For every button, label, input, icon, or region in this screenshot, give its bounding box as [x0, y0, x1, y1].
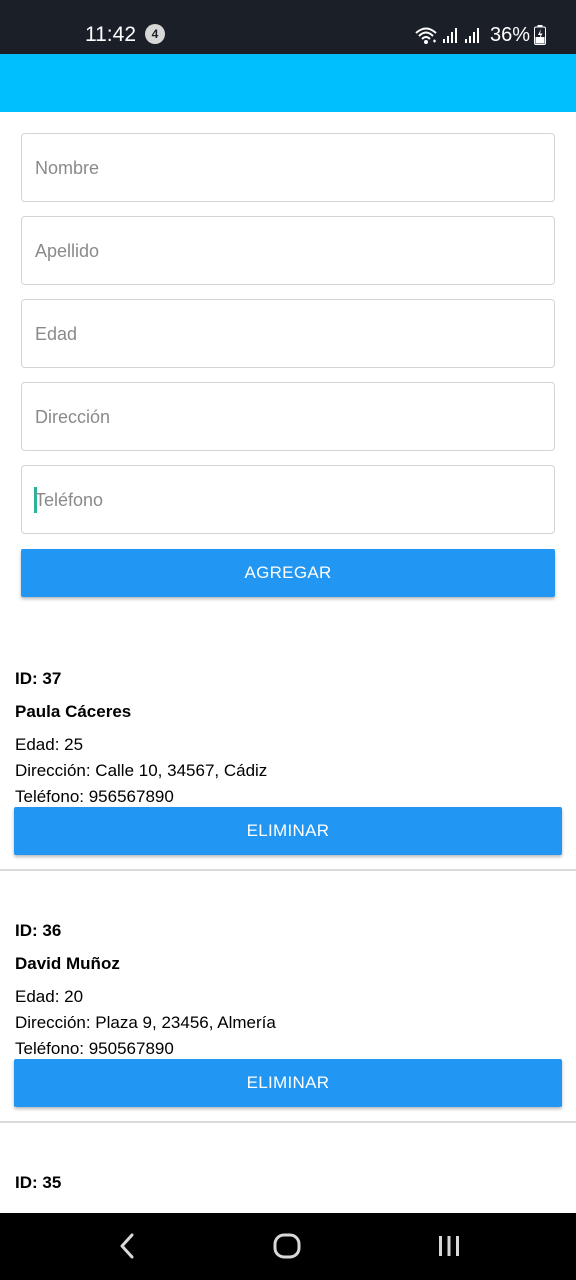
status-bar: 11:42 4 36% — [0, 0, 576, 54]
back-icon[interactable] — [114, 1231, 140, 1261]
edad-field[interactable]: Edad — [21, 299, 555, 368]
nombre-field[interactable]: Nombre — [21, 133, 555, 202]
navigation-bar — [0, 1213, 576, 1280]
person-name: Paula Cáceres — [15, 702, 132, 721]
person-direccion: Dirección: Calle 10, 34567, Cádiz — [15, 761, 268, 780]
person-telefono: Teléfono: 956567890 — [15, 787, 174, 806]
notification-count-badge: 4 — [145, 24, 165, 44]
apellido-field[interactable]: Apellido — [21, 216, 555, 285]
nombre-placeholder: Nombre — [35, 158, 100, 178]
person-name: David Muñoz — [15, 954, 120, 973]
person-edad: Edad: 25 — [15, 735, 84, 754]
direccion-placeholder: Dirección — [35, 407, 111, 427]
app-bar — [0, 54, 576, 112]
status-time: 11:42 — [85, 23, 136, 46]
battery-icon — [534, 25, 546, 45]
person-id: ID: 35 — [15, 1173, 62, 1192]
home-icon[interactable] — [272, 1231, 302, 1261]
person-id: ID: 36 — [15, 921, 62, 940]
battery-percent: 36% — [489, 24, 530, 46]
app-screen: 11:42 4 36% Nombre Apellido Edad Direcci… — [0, 0, 576, 1280]
signal-icon — [442, 28, 457, 43]
apellido-placeholder: Apellido — [35, 241, 100, 261]
signal-icon — [464, 28, 479, 43]
telefono-field[interactable]: Teléfono — [21, 465, 555, 534]
recents-icon[interactable] — [436, 1231, 462, 1261]
person-edad: Edad: 20 — [15, 987, 84, 1006]
person-direccion: Dirección: Plaza 9, 23456, Almería — [15, 1013, 276, 1032]
status-icons: 36% — [414, 22, 546, 48]
edad-placeholder: Edad — [35, 324, 78, 344]
person-id: ID: 37 — [15, 669, 62, 688]
agregar-button[interactable]: AGREGAR — [21, 549, 555, 597]
eliminar-button[interactable]: ELIMINAR — [14, 807, 562, 855]
person-telefono: Teléfono: 950567890 — [15, 1039, 174, 1058]
direccion-field[interactable]: Dirección — [21, 382, 555, 451]
telefono-placeholder: Teléfono — [35, 490, 104, 510]
list-divider — [0, 869, 576, 871]
wifi-icon — [415, 27, 437, 44]
list-divider — [0, 1121, 576, 1123]
eliminar-button[interactable]: ELIMINAR — [14, 1059, 562, 1107]
